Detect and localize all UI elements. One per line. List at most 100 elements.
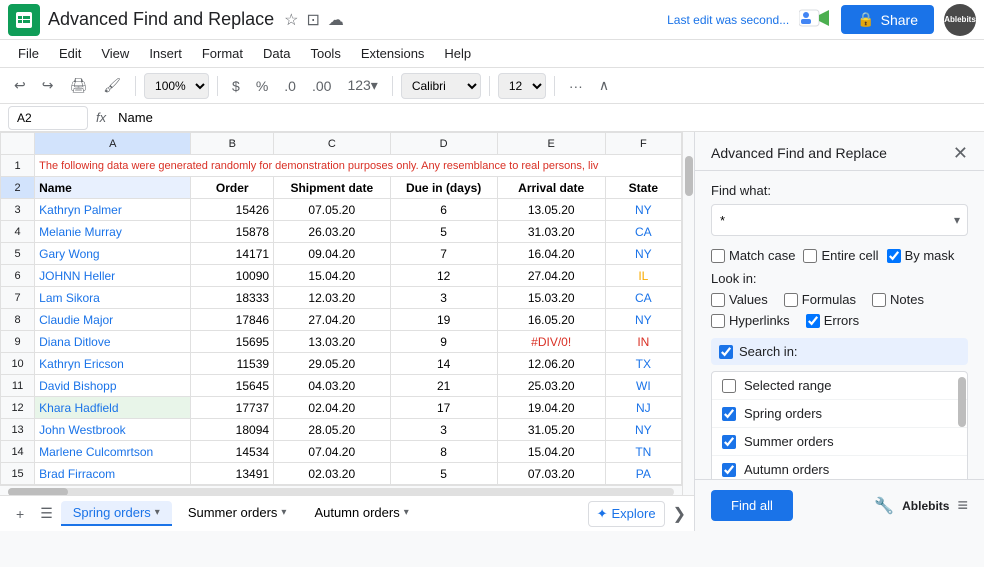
cell-state[interactable]: CA [605, 287, 681, 309]
cell-name[interactable]: Gary Wong [35, 243, 191, 265]
cell-arrival[interactable]: 31.03.20 [497, 221, 605, 243]
share-button[interactable]: 🔒 Share [841, 5, 934, 34]
undo-button[interactable]: ↩ [8, 73, 32, 98]
cell-name[interactable]: JOHNN Heller [35, 265, 191, 287]
cell-due[interactable]: 21 [390, 375, 497, 397]
match-case-input[interactable] [711, 249, 725, 263]
cell-due[interactable]: 6 [390, 199, 497, 221]
by-mask-checkbox[interactable]: By mask [887, 248, 955, 263]
folder-icon[interactable]: ⊡ [307, 10, 320, 30]
col-header-b[interactable]: B [191, 133, 274, 155]
cell-state[interactable]: IL [605, 265, 681, 287]
cell-ship[interactable]: 15.04.20 [274, 265, 390, 287]
notes-checkbox[interactable]: Notes [872, 292, 924, 307]
cell-name[interactable]: Kathryn Ericson [35, 353, 191, 375]
cell-state[interactable]: IN [605, 331, 681, 353]
hyperlinks-input[interactable] [711, 314, 725, 328]
search-in-selected-range[interactable]: Selected range [712, 372, 967, 400]
cell-due[interactable]: 9 [390, 331, 497, 353]
format-123-button[interactable]: 123▾ [341, 73, 383, 98]
cell-ship[interactable]: 13.03.20 [274, 331, 390, 353]
cell-ship[interactable]: 26.03.20 [274, 221, 390, 243]
cell-order[interactable]: 14534 [191, 441, 274, 463]
values-checkbox[interactable]: Values [711, 292, 768, 307]
row-num[interactable]: 5 [1, 243, 35, 265]
row-num[interactable]: 14 [1, 441, 35, 463]
menu-insert[interactable]: Insert [139, 42, 192, 65]
cell-due[interactable]: 17 [390, 397, 497, 419]
cell-due[interactable]: 7 [390, 243, 497, 265]
cell-state[interactable]: NY [605, 419, 681, 441]
notes-input[interactable] [872, 293, 886, 307]
cell-arrival[interactable]: #DIV/0! [497, 331, 605, 353]
row-num[interactable]: 4 [1, 221, 35, 243]
decimal-inc-button[interactable]: .00 [306, 74, 337, 98]
cell-state[interactable]: NY [605, 199, 681, 221]
paint-format-button[interactable]: 🖌 [97, 73, 127, 98]
cell-order[interactable]: 15645 [191, 375, 274, 397]
find-input-dropdown-arrow[interactable]: ▾ [954, 213, 960, 227]
search-in-autumn-orders[interactable]: Autumn orders [712, 456, 967, 479]
cell-due[interactable]: 3 [390, 419, 497, 441]
spring-orders-checkbox[interactable] [722, 407, 736, 421]
cell-name[interactable]: David Bishopp [35, 375, 191, 397]
cell-order[interactable]: 15426 [191, 199, 274, 221]
cell-ship[interactable]: 02.04.20 [274, 397, 390, 419]
cell-due[interactable]: 5 [390, 463, 497, 485]
cloud-icon[interactable]: ☁ [328, 10, 344, 30]
cell-due[interactable]: 3 [390, 287, 497, 309]
meet-button[interactable] [799, 7, 831, 32]
cell-order[interactable]: 11539 [191, 353, 274, 375]
entire-cell-checkbox[interactable]: Entire cell [803, 248, 878, 263]
row-num[interactable]: 13 [1, 419, 35, 441]
search-list-scrollbar[interactable] [958, 373, 966, 479]
cell-name[interactable]: Kathryn Palmer [35, 199, 191, 221]
col-header-f[interactable]: F [605, 133, 681, 155]
row-num[interactable]: 6 [1, 265, 35, 287]
cell-name[interactable]: Lam Sikora [35, 287, 191, 309]
col-header-d[interactable]: D [390, 133, 497, 155]
cell-order[interactable]: 14171 [191, 243, 274, 265]
cell-state[interactable]: WI [605, 375, 681, 397]
cell-due[interactable]: 12 [390, 265, 497, 287]
cell-order[interactable]: 17737 [191, 397, 274, 419]
cell-arrival[interactable]: 16.04.20 [497, 243, 605, 265]
cell-due[interactable]: 8 [390, 441, 497, 463]
add-sheet-button[interactable]: + [8, 502, 32, 526]
row-num[interactable]: 11 [1, 375, 35, 397]
collapse-toolbar-button[interactable]: ∧ [593, 73, 615, 98]
header-state[interactable]: State [605, 177, 681, 199]
row-num[interactable]: 12 [1, 397, 35, 419]
cell-ship[interactable]: 02.03.20 [274, 463, 390, 485]
menu-edit[interactable]: Edit [49, 42, 91, 65]
cell-ship[interactable]: 07.05.20 [274, 199, 390, 221]
cell-arrival[interactable]: 19.04.20 [497, 397, 605, 419]
avatar[interactable]: Ablebits [944, 4, 976, 36]
cell-arrival[interactable]: 15.04.20 [497, 441, 605, 463]
row-num[interactable]: 2 [1, 177, 35, 199]
cell-state[interactable]: NY [605, 243, 681, 265]
cell-name[interactable]: John Westbrook [35, 419, 191, 441]
hyperlinks-checkbox[interactable]: Hyperlinks [711, 313, 790, 328]
row-num[interactable]: 10 [1, 353, 35, 375]
cell-state[interactable]: PA [605, 463, 681, 485]
cell-ship[interactable]: 29.05.20 [274, 353, 390, 375]
cell-reference-input[interactable] [8, 106, 88, 130]
col-header-a[interactable]: A [35, 133, 191, 155]
search-in-spring-orders[interactable]: Spring orders [712, 400, 967, 428]
close-panel-button[interactable]: ✕ [953, 144, 968, 162]
autumn-orders-checkbox[interactable] [722, 463, 736, 477]
cell-state[interactable]: CA [605, 221, 681, 243]
tab-spring-orders-arrow[interactable]: ▾ [155, 507, 160, 518]
cell-arrival[interactable]: 27.04.20 [497, 265, 605, 287]
panel-menu-icon[interactable]: ≡ [957, 495, 968, 516]
tab-autumn-orders[interactable]: Autumn orders ▾ [302, 501, 420, 526]
find-all-button[interactable]: Find all [711, 490, 793, 521]
cell-due[interactable]: 19 [390, 309, 497, 331]
menu-extensions[interactable]: Extensions [351, 42, 435, 65]
summer-orders-checkbox[interactable] [722, 435, 736, 449]
cell-ship[interactable]: 12.03.20 [274, 287, 390, 309]
menu-data[interactable]: Data [253, 42, 300, 65]
find-what-input[interactable] [711, 204, 968, 236]
currency-button[interactable]: $ [226, 74, 246, 98]
